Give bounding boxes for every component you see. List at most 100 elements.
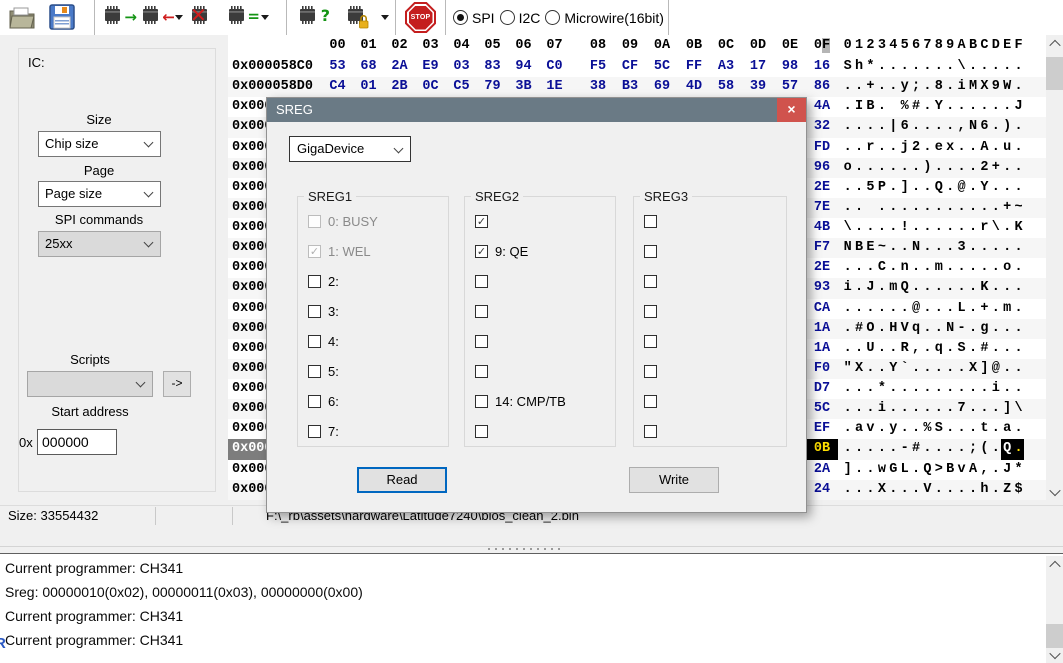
checkbox-sreg1-bit6[interactable] (308, 394, 321, 408)
ascii-cell[interactable]: . (876, 218, 887, 238)
ascii-cell[interactable]: . (922, 117, 933, 137)
ascii-cell[interactable]: ] (899, 178, 910, 198)
ascii-cell[interactable]: $ (1013, 480, 1024, 500)
read-chip-button[interactable]: ← (139, 2, 175, 33)
ascii-cell[interactable]: . (990, 57, 1001, 77)
hex-byte[interactable]: 2E (806, 258, 838, 278)
ascii-cell[interactable]: J (865, 278, 876, 298)
ascii-cell[interactable]: J (1013, 97, 1024, 117)
ascii-cell[interactable]: X (979, 77, 990, 97)
ascii-cell[interactable]: v (956, 460, 967, 480)
ascii-cell[interactable]: . (899, 198, 910, 218)
ascii-cell[interactable]: . (990, 238, 1001, 258)
ascii-cell[interactable]: . (1001, 57, 1012, 77)
log-scrollbar[interactable] (1046, 556, 1063, 663)
ascii-cell[interactable]: . (967, 419, 978, 439)
ascii-cell[interactable]: . (922, 359, 933, 379)
ascii-cell[interactable]: ~ (1013, 198, 1024, 218)
ascii-cell[interactable]: . (1013, 178, 1024, 198)
ascii-cell[interactable]: B (865, 97, 876, 117)
ascii-cell[interactable]: . (876, 439, 887, 459)
ascii-cell[interactable]: . (956, 198, 967, 218)
ascii-cell[interactable]: + (990, 158, 1001, 178)
hex-byte[interactable]: 1A (806, 319, 838, 339)
hex-byte[interactable]: F5 (582, 57, 614, 77)
ascii-cell[interactable]: . (842, 319, 853, 339)
ascii-cell[interactable]: . (967, 299, 978, 319)
open-file-button[interactable] (7, 2, 39, 33)
checkbox-sreg1-bit2[interactable] (308, 274, 321, 288)
ascii-cell[interactable]: . (1001, 97, 1012, 117)
start-address-input[interactable] (37, 429, 117, 455)
ascii-cell[interactable]: r (865, 138, 876, 158)
ascii-cell[interactable]: . (876, 419, 887, 439)
ascii-cell[interactable]: . (990, 299, 1001, 319)
ascii-cell[interactable]: . (967, 319, 978, 339)
ascii-cell[interactable]: 6 (979, 117, 990, 137)
ascii-cell[interactable]: . (853, 460, 864, 480)
ascii-cell[interactable]: n (899, 258, 910, 278)
ascii-cell[interactable]: q (910, 319, 921, 339)
ascii-cell[interactable]: . (967, 339, 978, 359)
hex-byte[interactable]: 0C (415, 77, 446, 97)
ascii-cell[interactable]: X (876, 480, 887, 500)
ascii-cell[interactable]: . (956, 379, 967, 399)
ascii-cell[interactable]: h (979, 480, 990, 500)
ascii-cell[interactable]: o (842, 158, 853, 178)
ascii-cell[interactable]: 8 (933, 77, 944, 97)
hex-byte[interactable]: 68 (353, 57, 384, 77)
ascii-cell[interactable]: . (1001, 278, 1012, 298)
ascii-cell[interactable]: . (1012, 439, 1025, 460)
ascii-cell[interactable]: . (876, 278, 887, 298)
ascii-cell[interactable]: . (1001, 238, 1012, 258)
ascii-cell[interactable]: . (1001, 178, 1012, 198)
ascii-cell[interactable]: . (842, 97, 853, 117)
ascii-cell[interactable]: . (888, 258, 899, 278)
ascii-cell[interactable]: . (899, 379, 910, 399)
ascii-cell[interactable]: . (910, 379, 921, 399)
ascii-cell[interactable]: . (945, 117, 956, 137)
read-chip-menu-caret[interactable] (172, 13, 185, 23)
ascii-cell[interactable]: ! (899, 218, 910, 238)
ascii-cell[interactable]: . (945, 97, 956, 117)
checkbox-sreg2-bit7[interactable] (475, 424, 488, 438)
ascii-cell[interactable]: . (888, 198, 899, 218)
ascii-cell[interactable]: . (990, 258, 1001, 278)
ascii-cell[interactable]: . (910, 158, 921, 178)
ascii-cell[interactable]: . (888, 339, 899, 359)
hex-byte[interactable]: 4B (806, 218, 838, 238)
ascii-cell[interactable]: X (853, 359, 864, 379)
ascii-cell[interactable]: # (853, 319, 864, 339)
checkbox-sreg1-bit3[interactable] (308, 304, 321, 318)
ascii-cell[interactable]: . (956, 158, 967, 178)
unlock-chip-menu-caret[interactable] (378, 13, 391, 23)
ascii-cell[interactable]: L (899, 460, 910, 480)
ascii-cell[interactable]: . (899, 238, 910, 258)
ascii-cell[interactable]: . (842, 198, 853, 218)
hex-byte[interactable]: 2B (384, 77, 415, 97)
ascii-cell[interactable]: . (888, 138, 899, 158)
ascii-cell[interactable]: E (865, 238, 876, 258)
ascii-cell[interactable]: . (899, 419, 910, 439)
radio-circle-icon[interactable] (545, 10, 561, 25)
ascii-cell[interactable]: C (876, 258, 887, 278)
hex-byte[interactable]: 58 (710, 77, 742, 97)
ascii-cell[interactable]: . (853, 218, 864, 238)
ascii-cell[interactable]: . (899, 158, 910, 178)
ascii-cell[interactable]: e (933, 138, 944, 158)
ascii-cell[interactable]: . (922, 258, 933, 278)
ascii-cell[interactable]: P (876, 178, 887, 198)
ascii-cell[interactable]: . (967, 379, 978, 399)
ascii-cell[interactable]: 2 (979, 158, 990, 178)
ascii-cell[interactable]: . (967, 399, 978, 419)
ascii-cell[interactable]: I (853, 97, 864, 117)
radio-circle-icon[interactable] (499, 10, 515, 25)
ascii-cell[interactable]: 7 (956, 399, 967, 419)
ascii-cell[interactable]: + (865, 77, 876, 97)
ascii-cell[interactable]: . (945, 158, 956, 178)
checkbox-sreg2-bit6[interactable] (475, 394, 488, 408)
ascii-cell[interactable]: . (990, 399, 1001, 419)
ascii-cell[interactable]: # (910, 97, 921, 117)
ascii-cell[interactable]: i (842, 278, 853, 298)
ascii-cell[interactable]: . (945, 480, 956, 500)
